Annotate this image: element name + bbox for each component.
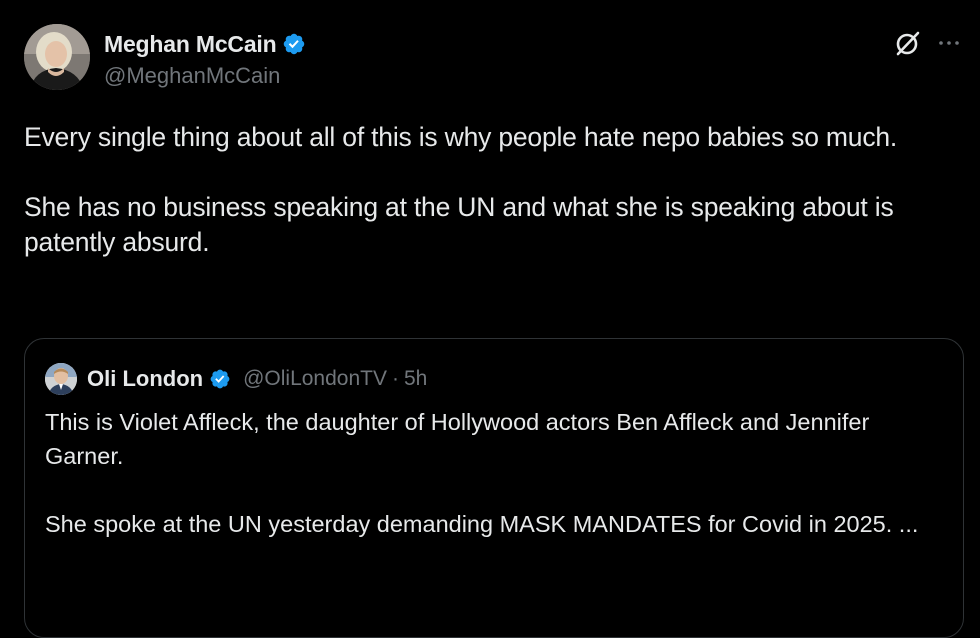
quoted-tweet-paragraph: She spoke at the UN yesterday demanding …: [45, 511, 919, 537]
tweet-paragraph: She has no business speaking at the UN a…: [24, 192, 894, 257]
tweet-card: Meghan McCain @MeghanMcCain Every single…: [0, 0, 980, 638]
quoted-tweet-timestamp[interactable]: 5h: [404, 367, 427, 391]
quoted-tweet[interactable]: Oli London @OliLondonTV · 5h This is Vio…: [24, 338, 964, 638]
quoted-author-avatar[interactable]: [45, 363, 77, 395]
quoted-tweet-header: Oli London @OliLondonTV · 5h: [45, 363, 427, 395]
tweet-text: Every single thing about all of this is …: [24, 120, 964, 260]
quoted-tweet-paragraph: This is Violet Affleck, the daughter of …: [45, 409, 870, 469]
more-options-icon[interactable]: [937, 31, 961, 55]
grok-icon[interactable]: [893, 30, 921, 58]
avatar-image: [24, 24, 90, 90]
tweet-paragraph: Every single thing about all of this is …: [24, 122, 898, 152]
author-handle[interactable]: @MeghanMcCain: [104, 63, 280, 89]
verified-badge-icon[interactable]: [209, 368, 231, 390]
author-display-name[interactable]: Meghan McCain: [104, 31, 277, 58]
verified-badge-icon[interactable]: [282, 32, 306, 56]
quoted-author-display-name[interactable]: Oli London: [87, 366, 203, 392]
avatar[interactable]: [24, 24, 90, 90]
quoted-tweet-text: This is Violet Affleck, the daughter of …: [45, 405, 925, 541]
separator-dot: ·: [392, 367, 399, 390]
quoted-author-handle[interactable]: @OliLondonTV: [243, 367, 387, 391]
author-name-row: Meghan McCain: [104, 30, 306, 58]
